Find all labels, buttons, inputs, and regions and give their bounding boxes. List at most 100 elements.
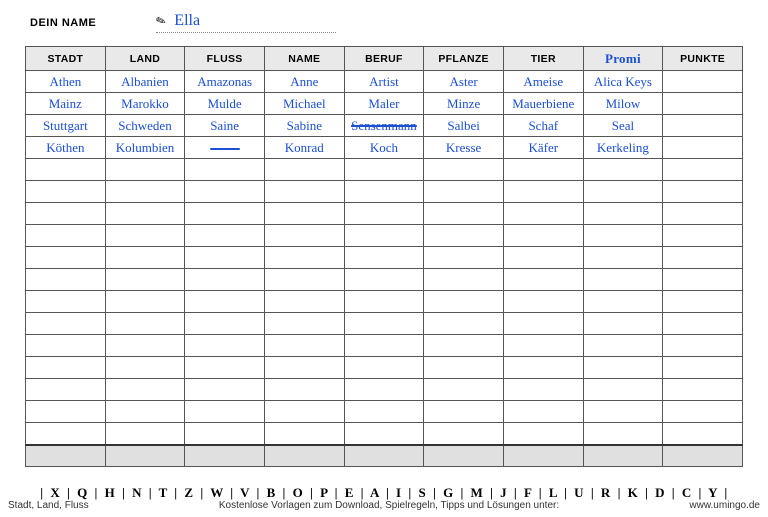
cell[interactable] <box>663 335 743 357</box>
cell[interactable] <box>663 357 743 379</box>
cell[interactable] <box>583 247 663 269</box>
cell[interactable] <box>185 291 265 313</box>
cell[interactable] <box>663 247 743 269</box>
cell[interactable] <box>105 247 185 269</box>
cell[interactable] <box>264 335 344 357</box>
cell[interactable] <box>185 203 265 225</box>
cell[interactable] <box>185 269 265 291</box>
cell[interactable] <box>185 379 265 401</box>
cell[interactable] <box>503 269 583 291</box>
cell[interactable] <box>583 269 663 291</box>
cell[interactable] <box>344 291 424 313</box>
name-field[interactable]: ✎ Ella <box>156 12 336 33</box>
cell[interactable]: Sensenmann <box>344 115 424 137</box>
cell[interactable] <box>503 313 583 335</box>
cell[interactable] <box>503 379 583 401</box>
cell[interactable] <box>663 269 743 291</box>
cell[interactable]: Käfer <box>503 137 583 159</box>
cell[interactable] <box>185 313 265 335</box>
cell[interactable] <box>344 313 424 335</box>
cell[interactable] <box>264 313 344 335</box>
cell[interactable] <box>663 225 743 247</box>
cell[interactable] <box>185 401 265 423</box>
cell[interactable]: Kerkeling <box>583 137 663 159</box>
cell[interactable] <box>264 225 344 247</box>
cell[interactable] <box>663 71 743 93</box>
cell[interactable] <box>424 291 504 313</box>
cell[interactable] <box>344 379 424 401</box>
cell[interactable] <box>583 225 663 247</box>
cell[interactable] <box>503 401 583 423</box>
cell[interactable] <box>663 93 743 115</box>
cell[interactable] <box>583 181 663 203</box>
cell[interactable] <box>424 379 504 401</box>
cell[interactable] <box>26 247 106 269</box>
cell[interactable] <box>185 225 265 247</box>
cell[interactable] <box>663 291 743 313</box>
cell[interactable]: Ameise <box>503 71 583 93</box>
cell[interactable]: Artist <box>344 71 424 93</box>
cell[interactable] <box>344 335 424 357</box>
cell[interactable]: Amazonas <box>185 71 265 93</box>
cell[interactable] <box>26 357 106 379</box>
cell[interactable] <box>583 203 663 225</box>
cell[interactable] <box>105 203 185 225</box>
cell[interactable] <box>663 181 743 203</box>
cell[interactable] <box>583 335 663 357</box>
cell[interactable] <box>185 357 265 379</box>
cell[interactable] <box>344 401 424 423</box>
cell[interactable] <box>503 203 583 225</box>
cell[interactable] <box>185 159 265 181</box>
cell[interactable] <box>185 247 265 269</box>
cell[interactable] <box>344 181 424 203</box>
cell[interactable] <box>105 269 185 291</box>
cell[interactable] <box>424 159 504 181</box>
cell[interactable] <box>26 401 106 423</box>
cell[interactable] <box>663 423 743 445</box>
cell[interactable] <box>503 247 583 269</box>
cell[interactable] <box>264 181 344 203</box>
cell[interactable] <box>424 269 504 291</box>
cell[interactable]: Marokko <box>105 93 185 115</box>
cell[interactable] <box>105 357 185 379</box>
cell[interactable] <box>185 181 265 203</box>
cell[interactable] <box>424 203 504 225</box>
cell[interactable] <box>424 225 504 247</box>
cell[interactable] <box>344 357 424 379</box>
cell[interactable] <box>503 357 583 379</box>
cell[interactable] <box>26 203 106 225</box>
cell[interactable] <box>344 159 424 181</box>
cell[interactable]: Anne <box>264 71 344 93</box>
cell[interactable] <box>583 423 663 445</box>
cell[interactable] <box>185 335 265 357</box>
cell[interactable]: Seal <box>583 115 663 137</box>
cell[interactable] <box>105 291 185 313</box>
cell[interactable] <box>105 313 185 335</box>
cell[interactable]: Michael <box>264 93 344 115</box>
cell[interactable] <box>503 225 583 247</box>
cell[interactable]: Stuttgart <box>26 115 106 137</box>
cell[interactable]: Mulde <box>185 93 265 115</box>
cell[interactable] <box>424 335 504 357</box>
cell[interactable]: Konrad <box>264 137 344 159</box>
cell[interactable] <box>344 423 424 445</box>
cell[interactable] <box>264 247 344 269</box>
cell[interactable]: Kresse <box>424 137 504 159</box>
cell[interactable]: Koch <box>344 137 424 159</box>
cell[interactable] <box>583 313 663 335</box>
cell[interactable] <box>583 357 663 379</box>
cell[interactable]: Athen <box>26 71 106 93</box>
cell[interactable] <box>264 159 344 181</box>
cell[interactable] <box>105 335 185 357</box>
cell[interactable] <box>185 137 265 159</box>
cell[interactable] <box>583 379 663 401</box>
cell[interactable] <box>424 247 504 269</box>
cell[interactable] <box>26 291 106 313</box>
cell[interactable] <box>105 159 185 181</box>
cell[interactable] <box>583 159 663 181</box>
cell[interactable] <box>503 423 583 445</box>
cell[interactable]: Saine <box>185 115 265 137</box>
cell[interactable] <box>185 423 265 445</box>
cell[interactable] <box>26 423 106 445</box>
cell[interactable] <box>26 313 106 335</box>
